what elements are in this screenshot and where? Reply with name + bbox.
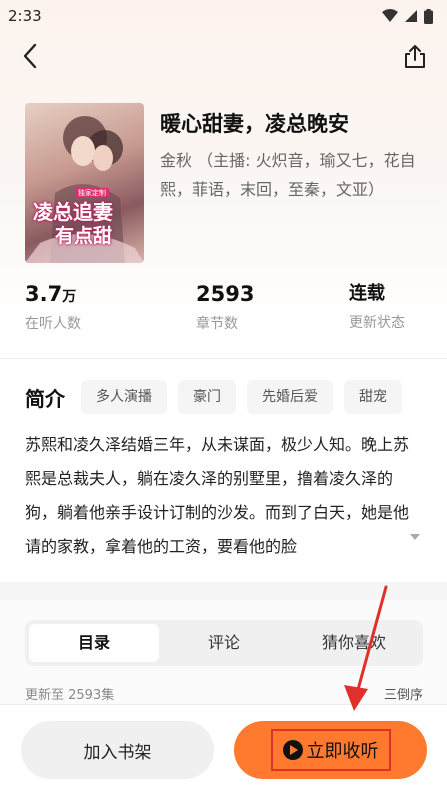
listen-highlight-box: 立即收听	[270, 729, 391, 771]
annotation-arrow-icon	[344, 585, 388, 711]
play-icon	[282, 740, 303, 760]
intro-title: 简介	[25, 386, 65, 411]
book-author-narrators: 金秋 （主播: 火炽音，瑜又七，花自熙，菲语，末回，至秦，文亚）	[160, 151, 416, 199]
update-status: 更新至 2593集	[25, 688, 115, 703]
wifi-icon	[382, 9, 398, 22]
tag-chip[interactable]: 豪门	[178, 380, 236, 414]
book-info: 独家定制 凌总追妻 有点甜 暖心甜妻，凌总晚安 金秋 （主播: 火炽音，瑜又七，…	[0, 100, 447, 270]
share-icon	[405, 45, 425, 68]
stat-chapters-label: 章节数	[196, 316, 238, 332]
back-button[interactable]	[16, 40, 44, 72]
status-icons	[382, 8, 433, 24]
listen-now-label: 立即收听	[306, 741, 379, 762]
book-title: 暖心甜妻，凌总晚安	[160, 112, 349, 136]
listen-now-button[interactable]: 立即收听	[234, 721, 427, 779]
stat-listeners-label: 在听人数	[25, 316, 81, 332]
stat-status: 连载 更新状态	[349, 282, 405, 332]
stat-status-value: 连载	[349, 283, 385, 304]
nav-bar	[0, 36, 447, 76]
stat-listeners-value: 3.7	[25, 282, 63, 306]
expand-triangle-icon[interactable]	[409, 533, 421, 541]
tag-chip[interactable]: 多人演播	[81, 380, 167, 414]
stat-status-label: 更新状态	[349, 315, 405, 331]
divider	[0, 358, 447, 359]
bottom-action-bar: 加入书架 立即收听	[0, 704, 447, 794]
battery-icon	[424, 8, 433, 24]
intro-text[interactable]: 苏熙和凌久泽结婚三年，从未谋面，极少人知。晚上苏熙是总裁夫人，躺在凌久泽的别墅里…	[25, 428, 423, 564]
tag-chip[interactable]: 先婚后爱	[247, 380, 333, 414]
add-to-shelf-button[interactable]: 加入书架	[21, 721, 214, 779]
tag-chip[interactable]: 甜宠	[344, 380, 402, 414]
stat-chapters-value: 2593	[196, 282, 255, 306]
back-arrow-icon	[23, 43, 37, 69]
tab-comments[interactable]: 评论	[159, 624, 289, 662]
status-time: 2:33	[8, 7, 42, 25]
stats-row: 3.7万 在听人数 2593 章节数 连载 更新状态	[0, 282, 447, 342]
tab-catalog[interactable]: 目录	[29, 624, 159, 662]
stat-chapters: 2593 章节数	[196, 282, 254, 333]
book-cover[interactable]: 独家定制 凌总追妻 有点甜	[25, 103, 144, 263]
stat-listeners: 3.7万 在听人数	[25, 282, 81, 333]
status-bar: 2:33	[0, 0, 447, 32]
intro-header: 简介 多人演播 豪门 先婚后爱 甜宠	[25, 380, 413, 414]
share-button[interactable]	[401, 40, 429, 72]
cover-title-line2: 有点甜	[55, 225, 113, 247]
signal-icon	[405, 10, 417, 22]
stat-listeners-unit: 万	[62, 289, 77, 305]
